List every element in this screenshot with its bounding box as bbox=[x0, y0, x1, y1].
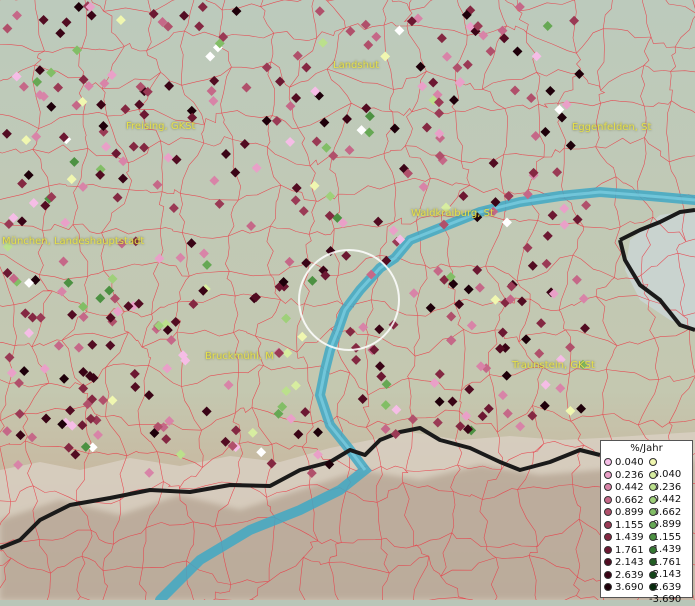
legend-swatch bbox=[649, 533, 657, 541]
city-label-landshut: Landshut bbox=[333, 60, 380, 71]
legend-positive-entry: 0.040 bbox=[604, 457, 644, 469]
legend-positive-entry: 3.690 bbox=[604, 582, 644, 594]
legend-swatch bbox=[649, 545, 657, 554]
legend-positive-entry: 0.662 bbox=[604, 495, 644, 507]
city-label-bruckmuehl: Bruckmühl, M bbox=[205, 351, 274, 362]
legend-negative-entry: -0.662 bbox=[649, 495, 692, 518]
legend-swatch bbox=[649, 570, 657, 579]
map-canvas[interactable] bbox=[0, 0, 695, 600]
legend-negative-entry: -0.899 bbox=[649, 507, 692, 530]
city-label-traunstein: Traunstein, GKSt bbox=[512, 360, 595, 371]
legend-positive-entry: 0.899 bbox=[604, 507, 644, 519]
legend-negative-entry: -1.155 bbox=[649, 520, 692, 543]
legend-swatch bbox=[649, 508, 657, 516]
legend-label: 0.442 bbox=[615, 482, 644, 493]
legend-swatch bbox=[649, 583, 657, 591]
legend-swatch bbox=[649, 520, 657, 529]
legend-label: 2.639 bbox=[615, 569, 644, 581]
legend-label: 2.143 bbox=[615, 557, 644, 568]
legend-positive-entry: 2.143 bbox=[604, 557, 644, 569]
legend-negative-entry: -2.639 bbox=[649, 570, 692, 593]
legend-swatch bbox=[649, 458, 657, 466]
legend-swatch bbox=[604, 470, 612, 479]
legend-negative-entry: -2.143 bbox=[649, 557, 692, 580]
legend-swatch bbox=[604, 520, 612, 529]
legend: %/Jahr 0.040 -0.040 0.236 -0.236 0.442 -0.442… bbox=[600, 440, 693, 605]
legend-label: 1.155 bbox=[615, 519, 644, 531]
legend-label: 0.040 bbox=[615, 457, 644, 468]
legend-positive-entry: 1.155 bbox=[604, 520, 644, 532]
legend-swatch bbox=[604, 495, 612, 504]
legend-swatch bbox=[604, 545, 612, 554]
legend-label: 3.690 bbox=[615, 582, 644, 593]
legend-positive-entry: 2.639 bbox=[604, 570, 644, 582]
city-label-eggenfelden: Eggenfelden, St bbox=[572, 122, 652, 133]
city-label-muenchen: München, Landeshauptstadt bbox=[2, 236, 145, 247]
legend-swatch bbox=[649, 470, 657, 479]
legend-title: %/Jahr bbox=[630, 443, 663, 454]
legend-positive-entry: 1.761 bbox=[604, 545, 644, 557]
legend-swatch bbox=[604, 558, 612, 566]
legend-positive-entry: 0.442 bbox=[604, 482, 644, 494]
city-label-freising: Freising, GKSt bbox=[126, 121, 196, 132]
legend-negative-entry: -1.761 bbox=[649, 545, 692, 568]
legend-label: 1.761 bbox=[615, 544, 644, 556]
city-label-waldkraiburg: Waldkraiburg, St bbox=[411, 208, 494, 219]
legend-swatch bbox=[604, 483, 612, 491]
legend-negative-entry: -1.439 bbox=[649, 532, 692, 555]
legend-positive-entry: 1.439 bbox=[604, 532, 644, 544]
legend-swatch bbox=[604, 458, 612, 466]
legend-negative-entry: -0.236 bbox=[649, 470, 692, 493]
legend-swatch bbox=[649, 483, 657, 491]
legend-label: 1.439 bbox=[615, 532, 644, 543]
legend-swatch bbox=[604, 570, 612, 579]
legend-negative-entry: -0.442 bbox=[649, 482, 692, 505]
legend-label: 0.236 bbox=[615, 469, 644, 481]
legend-positive-entry: 0.236 bbox=[604, 470, 644, 482]
legend-swatch bbox=[649, 495, 657, 504]
legend-swatch bbox=[604, 508, 612, 516]
legend-swatch bbox=[604, 583, 612, 591]
legend-negative-entry: -3.690 bbox=[649, 582, 692, 605]
legend-swatch bbox=[604, 533, 612, 541]
legend-label: 0.899 bbox=[615, 507, 644, 518]
legend-negative-entry: -0.040 bbox=[649, 457, 692, 480]
legend-label: 0.662 bbox=[615, 494, 644, 506]
legend-swatch bbox=[649, 558, 657, 566]
